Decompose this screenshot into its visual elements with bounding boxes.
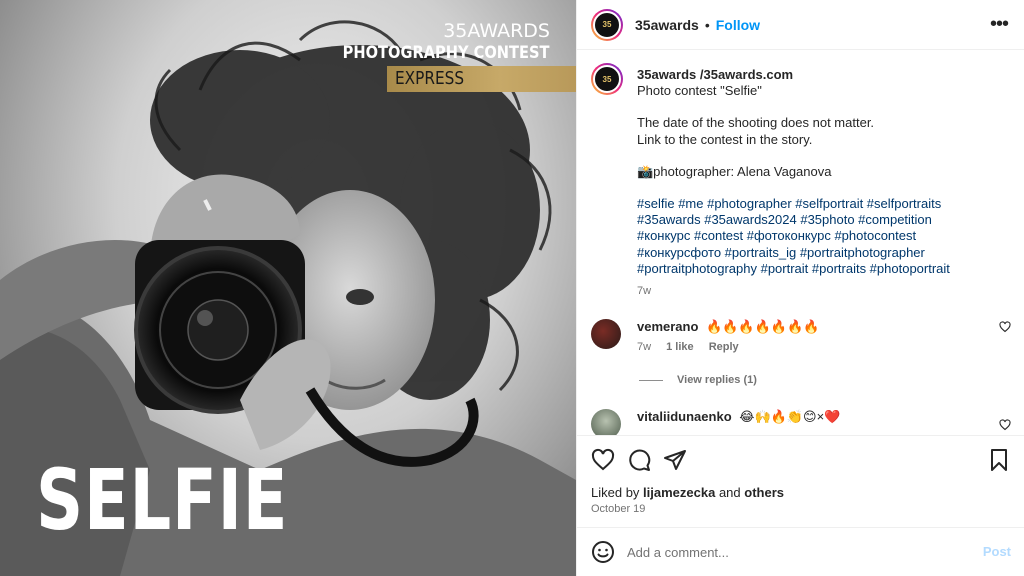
brand-title: 35AWARDS [443, 20, 550, 42]
replies-divider [639, 379, 663, 381]
comment-input[interactable] [627, 540, 967, 564]
post-comment-button[interactable]: Post [983, 544, 1011, 559]
like-heart-icon[interactable] [591, 448, 615, 472]
comment-bubble-icon[interactable] [627, 448, 651, 472]
caption-text: The date of the shooting does not matter… [637, 115, 875, 131]
comment-likes[interactable]: 1 like [666, 341, 694, 353]
express-badge: EXPRESS [387, 66, 576, 92]
hashtag-line[interactable]: #конкурсфото #portraits_ig #portraitphot… [637, 245, 1011, 261]
hashtag-line[interactable]: #selfie #me #photographer #selfportrait … [637, 196, 1011, 212]
caption-text: Link to the contest in the story. [637, 131, 813, 147]
post-image[interactable]: 35AWARDS PHOTOGRAPHY CONTEST EXPRESS SEL… [0, 0, 576, 576]
view-replies-button[interactable]: View replies (1) [639, 374, 757, 386]
comment-text: 😂🙌🔥👏😊×❤️ [739, 409, 841, 424]
more-options-icon[interactable]: ••• [990, 13, 1009, 36]
liked-by-user[interactable]: lijamezecka [643, 485, 715, 500]
comment-composer: Post [577, 527, 1024, 576]
comment-time[interactable]: 7w [637, 341, 651, 353]
comment-username[interactable]: vemerano [637, 319, 698, 334]
liked-by-prefix: Liked by [591, 485, 640, 500]
emoji-smile-icon[interactable] [591, 540, 615, 564]
headline-text: SELFIE [36, 451, 289, 549]
hashtag-line[interactable]: #35awards #35awards2024 #35photo #compet… [637, 212, 1011, 228]
liked-by-others[interactable]: others [744, 485, 784, 500]
hashtag-line[interactable]: #конкурс #contest #фотоконкурс #photocon… [637, 228, 1011, 244]
hashtag-line[interactable]: #portraitphotography #portrait #portrait… [637, 261, 1011, 277]
caption-timestamp[interactable]: 7w [637, 283, 1011, 299]
express-badge-label: EXPRESS [395, 68, 465, 89]
post-header: 35 35awards • Follow ••• [577, 0, 1024, 50]
comment-avatar[interactable] [591, 409, 621, 435]
follow-button[interactable]: Follow [716, 17, 760, 33]
separator-dot: • [704, 16, 710, 33]
comment-username[interactable]: vitaliidunaenko [637, 409, 732, 424]
brand-subtitle: PHOTOGRAPHY CONTEST [343, 43, 550, 63]
caption-author-line[interactable]: 35awards /35awards.com [637, 67, 1011, 83]
header-username[interactable]: 35awards [635, 17, 699, 33]
avatar[interactable]: 35 [591, 8, 623, 41]
share-send-icon[interactable] [663, 448, 687, 472]
save-bookmark-icon[interactable] [987, 448, 1011, 472]
caption-photographer: 📸photographer: Alena Vaganova [637, 163, 832, 179]
post-panel: 35 35awards • Follow ••• 35 35awards /35… [576, 0, 1024, 576]
post-date[interactable]: October 19 [591, 503, 645, 515]
view-replies-label[interactable]: View replies (1) [677, 374, 757, 386]
reply-button[interactable]: Reply [709, 341, 739, 353]
contest-brand: 35AWARDS PHOTOGRAPHY CONTEST [309, 20, 550, 64]
comment-text: 🔥🔥🔥🔥🔥🔥🔥 [706, 319, 820, 334]
caption-title: Photo contest "Selfie" [637, 83, 762, 99]
like-comment-heart-icon[interactable] [999, 419, 1011, 431]
post-actions: Liked by lijamezecka and others October … [577, 435, 1024, 527]
liked-by-and: and [718, 485, 741, 500]
like-comment-heart-icon[interactable] [999, 321, 1011, 333]
comments-scroll-area[interactable]: 35 35awards /35awards.com Photo contest … [577, 51, 1024, 435]
caption-avatar[interactable]: 35 [591, 63, 623, 95]
comment-avatar[interactable] [591, 319, 621, 349]
liked-by-summary: Liked by lijamezecka and others [591, 485, 784, 500]
